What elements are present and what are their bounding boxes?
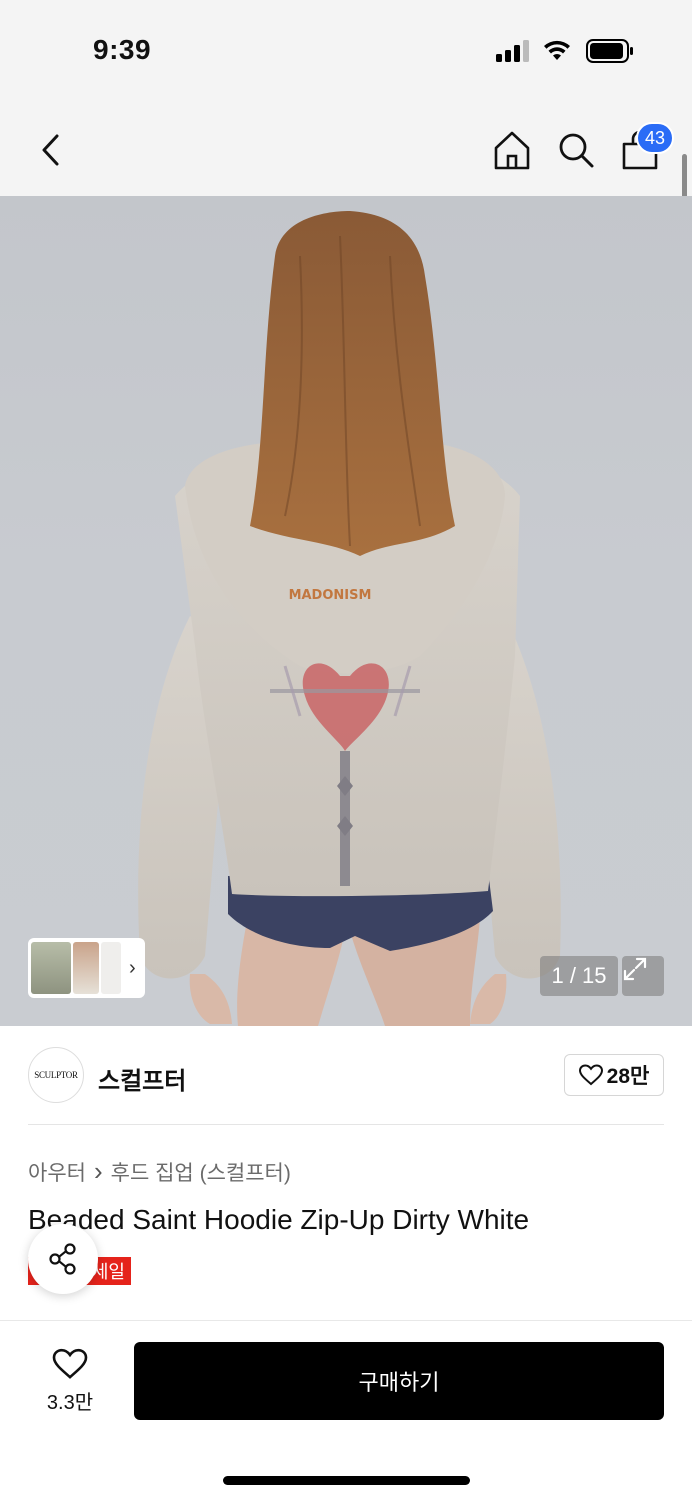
thumbnail-strip[interactable]: ›	[28, 938, 145, 998]
back-icon	[42, 134, 59, 166]
chevron-right-icon: ›	[93, 1156, 103, 1186]
heart-icon	[52, 1348, 88, 1379]
top-nav	[0, 100, 692, 196]
expand-icon	[623, 957, 647, 981]
search-icon[interactable]	[556, 128, 596, 172]
battery-icon	[586, 39, 633, 63]
home-icon[interactable]	[492, 128, 532, 172]
share-button[interactable]	[28, 1224, 98, 1294]
wishlist-count: 3.3만	[46, 1391, 94, 1414]
status-bar: 9:39	[0, 0, 692, 100]
brand-logo[interactable]: SCULPTOR	[28, 1047, 84, 1103]
thumbnail[interactable]	[101, 942, 121, 994]
brand-logo-text: SCULPTOR	[34, 1070, 78, 1080]
thumbnail[interactable]	[31, 942, 71, 994]
brand-like-button[interactable]: 28만	[564, 1054, 664, 1096]
brand-like-count: 28만	[606, 1065, 650, 1088]
share-icon	[49, 1243, 76, 1275]
heart-icon	[578, 1064, 603, 1086]
wifi-icon	[544, 40, 570, 60]
breadcrumb-subcategory[interactable]: 후드 집업 (스컬프터)	[111, 1157, 291, 1187]
chevron-right-icon: ›	[129, 956, 136, 979]
image-counter: 1 / 15	[540, 956, 618, 996]
model-photo: MADONISM	[138, 211, 561, 1026]
home-indicator	[223, 1476, 470, 1485]
buy-button[interactable]: 구매하기	[134, 1342, 664, 1420]
svg-text:MADONISM: MADONISM	[289, 588, 372, 603]
thumbnail[interactable]	[73, 942, 99, 994]
product-title: Beaded Saint Hoodie Zip-Up Dirty White	[28, 1204, 530, 1235]
divider	[28, 1124, 664, 1125]
cart-count-badge: 43	[636, 122, 674, 154]
expand-button[interactable]	[622, 956, 664, 996]
breadcrumb: 아우터 › 후드 집업 (스컬프터)	[28, 1156, 291, 1187]
signal-icon	[496, 40, 529, 62]
breadcrumb-category[interactable]: 아우터	[28, 1157, 86, 1187]
wishlist-button[interactable]: 3.3만	[30, 1342, 110, 1420]
brand-name[interactable]: 스컬프터	[98, 1061, 186, 1096]
product-image[interactable]: MADONISM › 1 / 15	[0, 196, 692, 1026]
back-button[interactable]	[30, 128, 70, 172]
status-time: 9:39	[93, 34, 152, 65]
